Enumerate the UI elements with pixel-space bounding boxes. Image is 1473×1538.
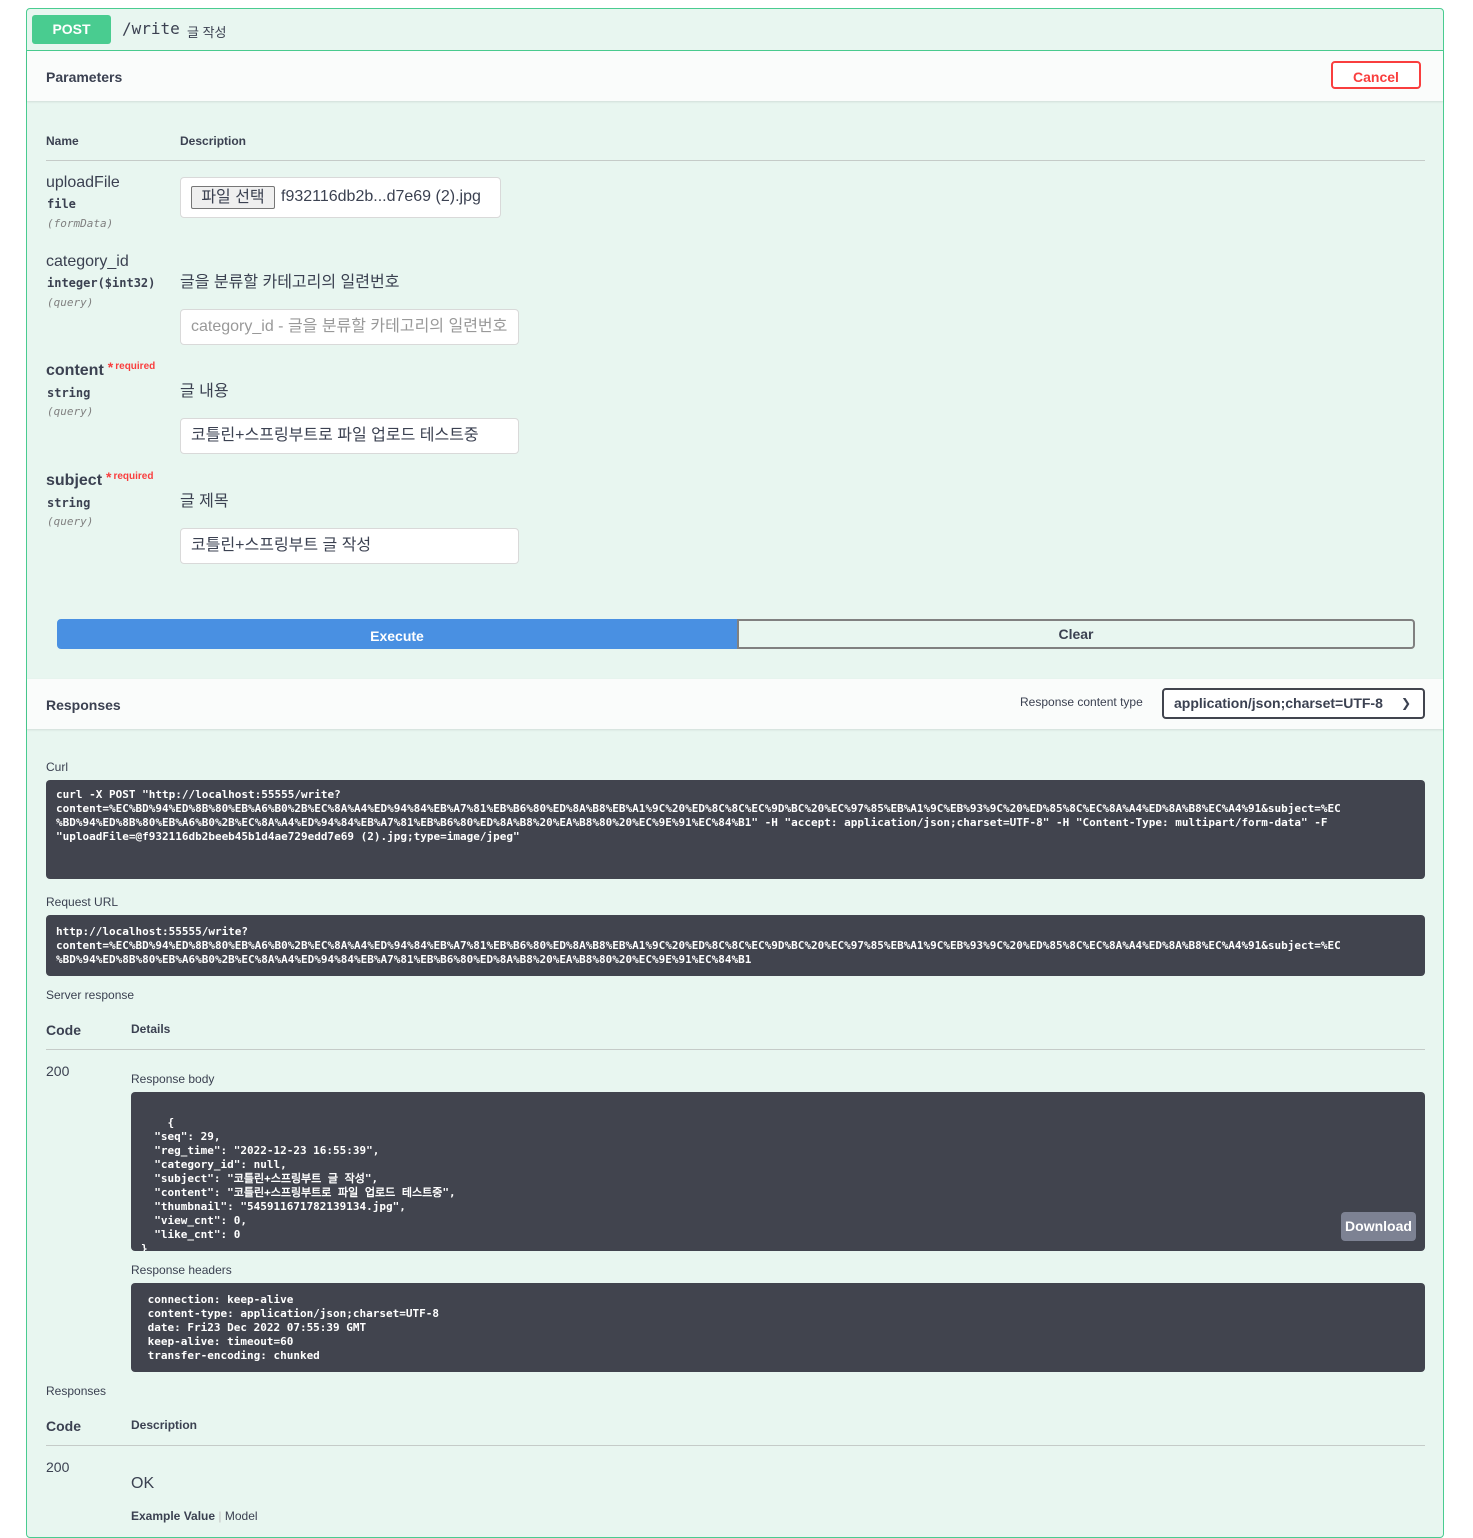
response-content-type-select[interactable]: application/json;charset=UTF-8 ❯ [1162,688,1425,719]
server-code-header: Code [46,1022,81,1038]
response-headers-label: Response headers [131,1263,232,1277]
required-star: * [107,359,114,375]
param-type-uploadfile: file [47,197,76,211]
operation-block: POST /write 글 작성 Parameters Cancel Name … [26,8,1444,1538]
col-description-header: Description [180,134,247,148]
param-type-subject: string [47,496,91,510]
selected-file-name: f932116db2b...d7e69 (2).jpg [281,188,481,205]
execute-button[interactable]: Execute [57,619,737,649]
chevron-down-icon: ❯ [1400,696,1411,710]
endpoint-description: 글 작성 [187,25,227,40]
response-body: { "seq": 29, "reg_time": "2022-12-23 16:… [131,1092,1425,1251]
download-button[interactable]: Download [1341,1212,1416,1241]
param-name-category-id: category_id [46,253,129,270]
model-tab[interactable]: Model [225,1509,258,1523]
subject-input[interactable]: 코틀린+스프링부트 글 작성 [180,528,519,564]
response-body-label: Response body [131,1072,215,1086]
operation-summary[interactable]: POST /write 글 작성 [27,9,1443,51]
curl-label: Curl [46,760,69,774]
required-star: * [106,469,112,485]
param-type-category-id: integer($int32) [47,276,156,290]
divider [46,160,1425,161]
responses-description: OK [131,1475,155,1492]
clear-button[interactable]: Clear [737,619,1415,649]
responses-code-header: Code [46,1418,81,1434]
responses-description-header: Description [131,1418,198,1432]
responses-label: Responses [46,1384,107,1398]
response-content-type-label: Response content type [1020,695,1143,709]
param-name-subject: subject * required [46,469,154,490]
method-badge: POST [32,15,111,44]
param-in-content: (query) [47,405,94,418]
param-in-uploadfile: (formData) [47,217,114,230]
response-headers: connection: keep-alive content-type: app… [131,1283,1425,1372]
required-label: required [115,361,156,372]
responses-header: Responses Response content type applicat… [27,679,1443,729]
param-name-content-text: content [46,362,104,379]
divider [46,1445,1425,1446]
param-desc-content: 글 내용 [180,383,229,400]
divider [46,1049,1425,1050]
example-value-tab[interactable]: Example Value [131,1509,215,1523]
col-name-header: Name [46,134,79,148]
file-input[interactable]: 파일 선택 f932116db2b...d7e69 (2).jpg [180,177,501,218]
parameters-header: Parameters Cancel [27,51,1443,101]
endpoint-path: /write [122,19,180,38]
responses-code: 200 [46,1459,70,1475]
content-input[interactable]: 코틀린+스프링부트로 파일 업로드 테스트중 [180,418,519,454]
request-url-label: Request URL [46,895,119,909]
response-content-type-value: application/json;charset=UTF-8 [1174,695,1383,711]
param-desc-subject: 글 제목 [180,493,229,510]
param-type-content: string [47,386,91,400]
tab-separator: | [218,1509,222,1523]
response-body-text: { "seq": 29, "reg_time": "2022-12-23 16:… [141,1116,456,1251]
server-response-label: Server response [46,988,135,1002]
param-in-subject: (query) [47,515,94,528]
choose-file-button[interactable]: 파일 선택 [191,186,275,209]
param-desc-category-id: 글을 분류할 카테고리의 일련번호 [180,274,400,291]
request-url: http://localhost:55555/write? content=%E… [46,915,1425,976]
param-name-uploadfile: uploadFile [46,174,120,191]
param-name-content: content * required [46,359,156,380]
curl-command: curl -X POST "http://localhost:55555/wri… [46,780,1425,879]
server-response-code: 200 [46,1063,70,1079]
server-details-header: Details [131,1022,171,1036]
required-label: required [113,471,154,482]
responses-title: Responses [46,697,121,713]
parameters-title: Parameters [46,69,123,85]
example-model-tabs: Example Value | Model [131,1509,258,1523]
param-in-category-id: (query) [47,296,94,309]
cancel-button[interactable]: Cancel [1331,61,1421,89]
param-name-subject-text: subject [46,472,103,489]
category-id-input[interactable]: category_id - 글을 분류할 카테고리의 일련번호 [180,309,519,345]
